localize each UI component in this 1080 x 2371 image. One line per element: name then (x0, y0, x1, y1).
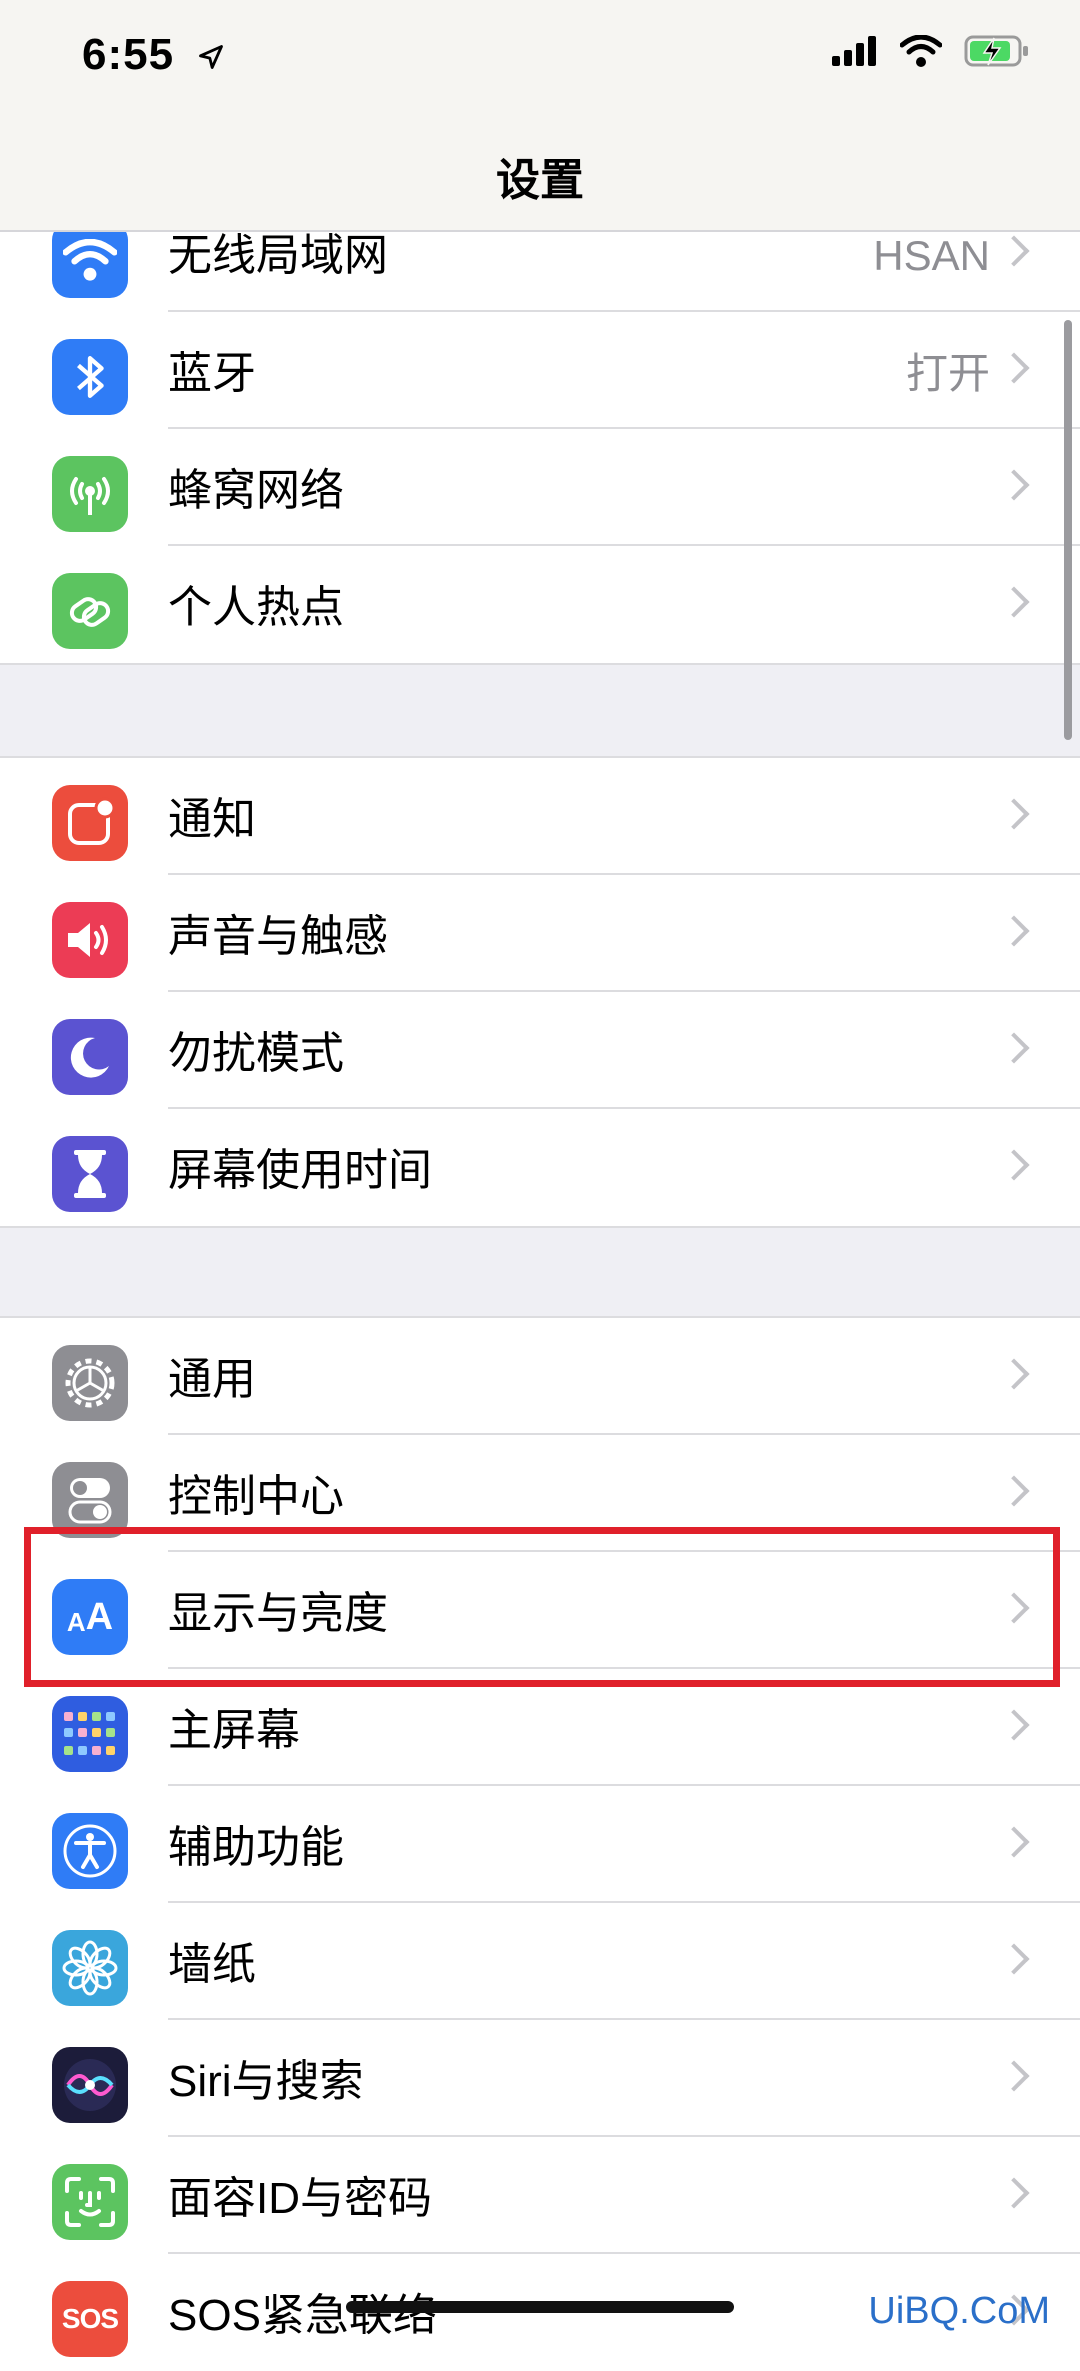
accessibility-icon (52, 1813, 128, 1889)
settings-row-label: 屏幕使用时间 (168, 1146, 432, 1195)
settings-row-label: 墙纸 (168, 1940, 256, 1989)
settings-row-label: 通用 (168, 1355, 256, 1404)
speaker-icon (52, 902, 128, 978)
settings-row-label: 蓝牙 (168, 349, 256, 398)
wifi-status-icon (900, 35, 942, 67)
home-screen-icon (52, 1696, 128, 1772)
bluetooth-icon (52, 339, 128, 415)
chevron-right-icon (998, 798, 1030, 830)
hourglass-icon (52, 1136, 128, 1212)
settings-row-label: Siri与搜索 (168, 2057, 364, 2106)
settings-row-wallpaper[interactable]: 墙纸 (0, 1903, 1080, 2020)
time-text: 6:55 (82, 30, 175, 79)
chevron-right-icon (998, 2060, 1030, 2092)
settings-row-label: 面容ID与密码 (168, 2174, 432, 2223)
chevron-right-icon (998, 235, 1030, 267)
settings-row-do-not-disturb[interactable]: 勿扰模式 (0, 992, 1080, 1109)
settings-row-general[interactable]: 通用 (0, 1318, 1080, 1435)
chevron-right-icon (998, 586, 1030, 618)
location-arrow-icon (199, 45, 224, 70)
settings-row-screen-time[interactable]: 屏幕使用时间 (0, 1109, 1080, 1226)
chevron-right-icon (998, 1943, 1030, 1975)
bluetooth-status-value: 打开 (905, 350, 990, 397)
status-icons (832, 34, 1030, 68)
chevron-right-icon (998, 352, 1030, 384)
settings-row-cellular[interactable]: 蜂窝网络 (0, 429, 1080, 546)
watermark-text: UiBQ.CoM (868, 2290, 1050, 2332)
settings-group-connectivity: 无线局域网 HSAN 蓝牙 打开 蜂窝网络 个人热点 (0, 200, 1080, 665)
settings-row-label: 无线局域网 (168, 231, 388, 280)
chevron-right-icon (998, 2177, 1030, 2209)
settings-row-label: 声音与触感 (168, 912, 388, 961)
settings-row-label: 蜂窝网络 (168, 466, 344, 515)
wifi-network-value: HSAN (873, 232, 990, 279)
settings-row-label: 勿扰模式 (168, 1029, 344, 1078)
battery-charging-icon (964, 35, 1028, 67)
chevron-right-icon (998, 469, 1030, 501)
settings-row-label: 控制中心 (168, 1472, 344, 1521)
gear-icon (52, 1345, 128, 1421)
settings-row-accessibility[interactable]: 辅助功能 (0, 1786, 1080, 1903)
settings-row-label: 通知 (168, 795, 256, 844)
flower-icon (52, 1930, 128, 2006)
settings-row-bluetooth[interactable]: 蓝牙 打开 (0, 312, 1080, 429)
settings-group-general: 通用 控制中心 AA 显示与亮度 主屏幕 辅助功能 墙纸 Siri与搜索 面容I… (0, 1316, 1080, 2371)
chevron-right-icon (998, 1032, 1030, 1064)
home-indicator[interactable] (346, 2301, 734, 2313)
settings-row-hotspot[interactable]: 个人热点 (0, 546, 1080, 663)
settings-row-face-id[interactable]: 面容ID与密码 (0, 2137, 1080, 2254)
settings-group-notifications: 通知 声音与触感 勿扰模式 屏幕使用时间 (0, 756, 1080, 1228)
wifi-icon (52, 222, 128, 298)
antenna-icon (52, 456, 128, 532)
chevron-right-icon (998, 1358, 1030, 1390)
settings-row-label: 个人热点 (168, 583, 344, 632)
face-id-icon (52, 2164, 128, 2240)
siri-icon (52, 2047, 128, 2123)
highlight-annotation-box (24, 1527, 1060, 1687)
chevron-right-icon (998, 915, 1030, 947)
chevron-right-icon (998, 1826, 1030, 1858)
cellular-signal-icon (832, 36, 876, 66)
chevron-right-icon (998, 1475, 1030, 1507)
scrollbar[interactable] (1064, 320, 1072, 740)
settings-row-notifications[interactable]: 通知 (0, 758, 1080, 875)
settings-row-label: 主屏幕 (168, 1706, 300, 1755)
chevron-right-icon (998, 1149, 1030, 1181)
navigation-bar: 6:55 设置 (0, 0, 1080, 232)
moon-icon (52, 1019, 128, 1095)
link-icon (52, 573, 128, 649)
chevron-right-icon (998, 1709, 1030, 1741)
settings-row-label: SOS紧急联络 (168, 2291, 437, 2340)
sos-icon: SOS (52, 2281, 128, 2357)
status-time: 6:55 (82, 30, 225, 80)
settings-row-siri[interactable]: Siri与搜索 (0, 2020, 1080, 2137)
settings-row-label: 辅助功能 (168, 1823, 344, 1872)
page-title: 设置 (496, 156, 584, 205)
settings-row-sounds[interactable]: 声音与触感 (0, 875, 1080, 992)
notifications-icon (52, 785, 128, 861)
